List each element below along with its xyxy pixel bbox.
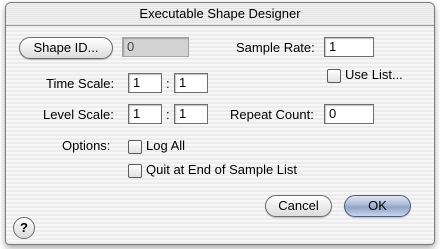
- shape-id-button[interactable]: Shape ID...: [19, 37, 113, 59]
- log-all-label: Log All: [146, 138, 186, 153]
- help-button[interactable]: ?: [13, 217, 35, 239]
- log-all-checkbox[interactable]: [128, 140, 142, 154]
- title-bar[interactable]: Executable Shape Designer: [6, 3, 434, 26]
- use-list-label: Use List...: [345, 67, 403, 82]
- level-scale-separator: :: [166, 107, 170, 122]
- repeat-count-field[interactable]: [324, 104, 374, 124]
- level-scale-numerator-field[interactable]: [128, 104, 162, 124]
- sample-rate-label: Sample Rate:: [236, 40, 315, 55]
- level-scale-denominator-field[interactable]: [174, 104, 208, 124]
- use-list-checkbox[interactable]: [327, 69, 341, 83]
- quit-at-end-checkbox[interactable]: [128, 164, 142, 178]
- cancel-button[interactable]: Cancel: [265, 195, 332, 217]
- options-label: Options:: [62, 138, 111, 153]
- time-scale-separator: :: [166, 76, 170, 91]
- window-title: Executable Shape Designer: [139, 6, 301, 21]
- ok-button[interactable]: OK: [344, 195, 411, 217]
- quit-at-end-label: Quit at End of Sample List: [146, 162, 298, 177]
- time-scale-label: Time Scale:: [46, 76, 115, 91]
- time-scale-numerator-field[interactable]: [128, 73, 162, 93]
- level-scale-label: Level Scale:: [43, 107, 114, 122]
- time-scale-denominator-field[interactable]: [174, 73, 208, 93]
- sample-rate-field[interactable]: [324, 37, 374, 57]
- dialog-window: Executable Shape Designer Shape ID... Sa…: [5, 2, 435, 245]
- shape-id-field: [122, 37, 189, 57]
- repeat-count-label: Repeat Count:: [230, 107, 314, 122]
